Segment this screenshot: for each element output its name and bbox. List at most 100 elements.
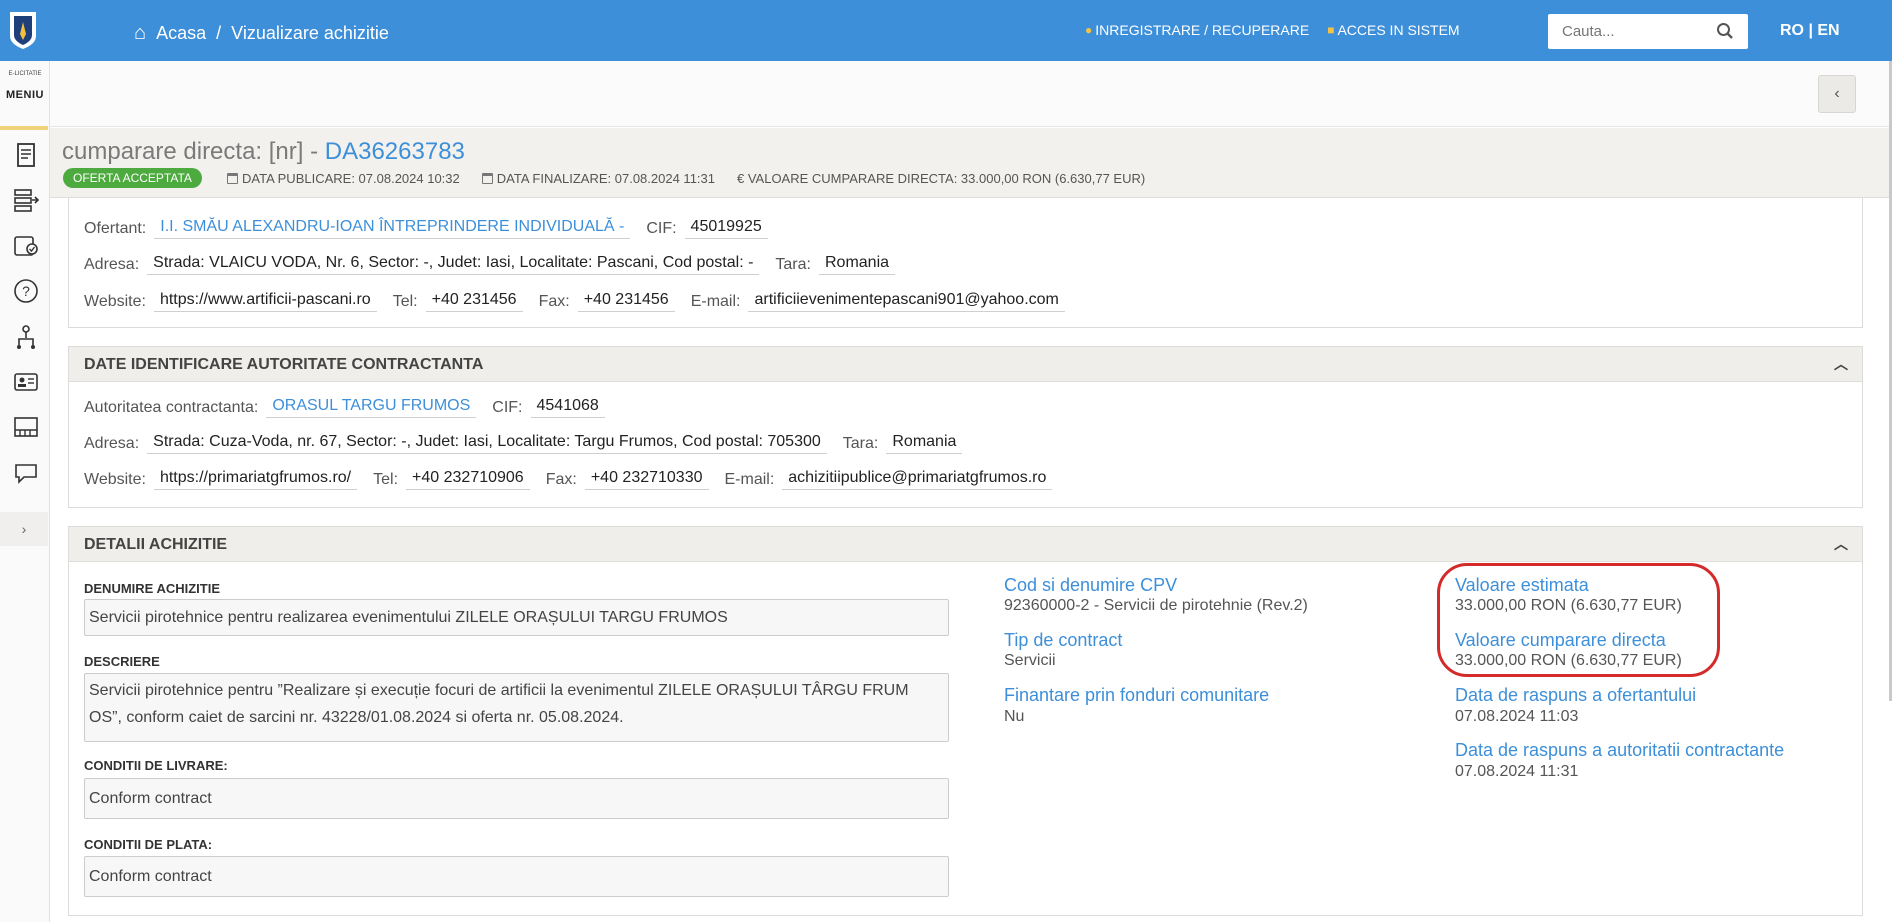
ofertant-website-value[interactable]: https://www.artificii-pascani.ro bbox=[153, 291, 377, 312]
finalize-date-text: DATA FINALIZARE: 07.08.2024 11:31 bbox=[496, 171, 715, 186]
sidebar-expand-button[interactable]: › bbox=[0, 512, 48, 546]
ofertant-website-label: Website: bbox=[84, 292, 146, 310]
ofertant-email-label: E-mail: bbox=[690, 292, 741, 310]
autoritate-panel: DATE IDENTIFICARE AUTORITATE CONTRACTANT… bbox=[68, 346, 1863, 508]
ofertant-tel-label: Tel: bbox=[392, 292, 418, 310]
help-icon[interactable]: ? bbox=[12, 277, 40, 305]
autoritate-panel-header[interactable]: DATE IDENTIFICARE AUTORITATE CONTRACTANT… bbox=[69, 347, 1862, 382]
direct-purchase-value: € VALOARE CUMPARARE DIRECTA: 33.000,00 R… bbox=[737, 171, 1146, 186]
ofertant-panel: Ofertant: I.I. SMĂU ALEXANDRU-IOAN ÎNTRE… bbox=[68, 198, 1863, 328]
search-input[interactable] bbox=[1548, 14, 1708, 49]
autoritate-fax-value: +40 232710330 bbox=[584, 469, 709, 490]
chevron-up-icon[interactable]: ︿ bbox=[1834, 527, 1848, 562]
breadcrumb: ⌂ Acasa / Vizualizare achizitie bbox=[134, 22, 389, 45]
denumire-label: DENUMIRE ACHIZITIE bbox=[84, 581, 221, 596]
id-card-icon[interactable] bbox=[12, 368, 40, 396]
chevron-up-icon[interactable]: ︿ bbox=[1834, 347, 1848, 382]
ofertant-adresa-label: Adresa: bbox=[84, 255, 140, 273]
cpv-label: Cod si denumire CPV bbox=[1004, 575, 1178, 595]
tip-contract-value: Servicii bbox=[1004, 652, 1056, 669]
autoritate-website-value[interactable]: https://primariatgfrumos.ro/ bbox=[153, 469, 358, 490]
raspuns-autoritate-value: 07.08.2024 11:31 bbox=[1455, 763, 1579, 780]
search-box bbox=[1548, 14, 1748, 49]
ofertant-adresa-value: Strada: VLAICU VODA, Nr. 6, Sector: -, J… bbox=[147, 254, 760, 275]
ofertant-cif-label: CIF: bbox=[646, 219, 677, 237]
autoritate-tel-value: +40 232710906 bbox=[406, 469, 530, 490]
breadcrumb-home[interactable]: Acasa bbox=[156, 23, 206, 44]
detalii-panel-header[interactable]: DETALII ACHIZITIE ︿ bbox=[69, 527, 1862, 562]
document-icon[interactable] bbox=[12, 141, 40, 169]
ofertant-email-value[interactable]: artificiievenimentepascani901@yahoo.com bbox=[748, 291, 1065, 312]
autoritate-email-value[interactable]: achizitiipublice@primariatgfrumos.ro bbox=[782, 469, 1053, 490]
autoritate-row-3: Website: https://primariatgfrumos.ro/ Te… bbox=[84, 469, 1060, 490]
login-label[interactable]: ACCES IN SISTEM bbox=[1337, 22, 1459, 38]
calendar-icon bbox=[481, 173, 493, 184]
menu-label[interactable]: MENIU bbox=[0, 89, 50, 101]
autoritate-email-label: E-mail: bbox=[724, 470, 775, 488]
user-icon: ● bbox=[1085, 23, 1093, 37]
ofertant-tara-label: Tara: bbox=[775, 255, 811, 273]
ofertant-fax-value: +40 231456 bbox=[577, 291, 675, 312]
raspuns-ofertant-value: 07.08.2024 11:03 bbox=[1455, 708, 1579, 725]
autoritate-heading: DATE IDENTIFICARE AUTORITATE CONTRACTANT… bbox=[84, 356, 484, 373]
autoritate-row-2: Adresa: Strada: Cuza-Voda, nr. 67, Secto… bbox=[84, 433, 970, 454]
chat-icon[interactable] bbox=[12, 459, 40, 487]
toolbar-strip: ‹ bbox=[50, 61, 1892, 127]
logo-shield-icon[interactable] bbox=[8, 10, 38, 50]
title-meta: DATA PUBLICARE: 07.08.2024 10:32 DATA FI… bbox=[227, 171, 1145, 186]
language-switch[interactable]: RO | EN bbox=[1780, 22, 1840, 40]
ofertant-row-2: Adresa: Strada: VLAICU VODA, Nr. 6, Sect… bbox=[84, 254, 903, 275]
raspuns-ofertant-label: Data de raspuns a ofertantului bbox=[1455, 685, 1697, 705]
cpv-value: 92360000-2 - Servicii de pirotehnie (Rev… bbox=[1004, 597, 1308, 614]
autoritate-name-link[interactable]: ORASUL TARGU FRUMOS bbox=[266, 397, 477, 418]
search-icon[interactable] bbox=[1716, 22, 1734, 40]
ofertant-row-1: Ofertant: I.I. SMĂU ALEXANDRU-IOAN ÎNTRE… bbox=[84, 218, 776, 239]
title-bar: cumparare directa: [nr] - DA36263783 OFE… bbox=[50, 128, 1892, 198]
breadcrumb-current: Vizualizare achizitie bbox=[231, 23, 389, 43]
livrare-field[interactable]: Conform contract bbox=[84, 778, 949, 819]
finantare-value: Nu bbox=[1004, 708, 1025, 725]
plata-label: CONDITII DE PLATA: bbox=[84, 837, 213, 852]
ofertant-name-link[interactable]: I.I. SMĂU ALEXANDRU-IOAN ÎNTREPRINDERE I… bbox=[154, 218, 631, 239]
ofertant-row-3: Website: https://www.artificii-pascani.r… bbox=[84, 291, 1073, 312]
autoritate-adresa-label: Adresa: bbox=[84, 434, 140, 452]
raspuns-autoritate-label: Data de raspuns a autoritatii contractan… bbox=[1455, 740, 1785, 760]
register-link[interactable]: ● INREGISTRARE / RECUPERARE bbox=[1085, 22, 1309, 38]
top-bar: ⌂ Acasa / Vizualizare achizitie ● INREGI… bbox=[0, 0, 1892, 61]
livrare-label: CONDITII DE LIVRARE: bbox=[84, 758, 228, 773]
library-icon[interactable] bbox=[12, 413, 40, 441]
autoritate-tel-label: Tel: bbox=[373, 470, 399, 488]
wallet-check-icon[interactable] bbox=[12, 231, 40, 259]
collapse-panel-button[interactable]: ‹ bbox=[1818, 75, 1856, 113]
lock-icon: ■ bbox=[1327, 23, 1335, 37]
procedure-code: DA36263783 bbox=[324, 138, 465, 165]
sitemap-icon[interactable] bbox=[12, 323, 40, 351]
register-label[interactable]: INREGISTRARE / RECUPERARE bbox=[1095, 22, 1309, 38]
export-list-icon[interactable] bbox=[12, 186, 40, 214]
breadcrumb-separator: / bbox=[216, 23, 222, 43]
page-title: cumparare directa: [nr] - DA36263783 bbox=[62, 138, 465, 166]
title-prefix: cumparare directa: [nr] - bbox=[62, 138, 319, 165]
denumire-field[interactable]: Servicii pirotehnice pentru realizarea e… bbox=[84, 599, 949, 636]
home-icon[interactable]: ⌂ bbox=[134, 22, 146, 45]
login-link[interactable]: ■ ACCES IN SISTEM bbox=[1327, 22, 1459, 38]
top-links: ● INREGISTRARE / RECUPERARE ■ ACCES IN S… bbox=[1085, 22, 1460, 38]
svg-text:?: ? bbox=[22, 283, 30, 299]
plata-field[interactable]: Conform contract bbox=[84, 856, 949, 897]
finalize-date: DATA FINALIZARE: 07.08.2024 11:31 bbox=[481, 171, 715, 186]
descriere-field[interactable]: Servicii pirotehnice pentru ”Realizare ș… bbox=[84, 673, 949, 742]
autoritate-adresa-value: Strada: Cuza-Voda, nr. 67, Sector: -, Ju… bbox=[147, 433, 827, 454]
finantare-label: Finantare prin fonduri comunitare bbox=[1004, 685, 1270, 705]
calendar-icon bbox=[227, 173, 238, 184]
descriere-label: DESCRIERE bbox=[84, 654, 160, 669]
red-annotation-ellipse bbox=[1437, 563, 1720, 677]
sidebar: E-LICITATIE MENIU ? › bbox=[0, 61, 50, 922]
autoritate-cif-value: 4541068 bbox=[530, 397, 605, 418]
sidebar-brand: E-LICITATIE bbox=[8, 71, 42, 77]
autoritate-cif-label: CIF: bbox=[492, 398, 523, 416]
publish-date-text: DATA PUBLICARE: 07.08.2024 10:32 bbox=[242, 171, 460, 186]
autoritate-label: Autoritatea contractanta: bbox=[84, 398, 259, 416]
ofertant-cif-value: 45019925 bbox=[684, 218, 768, 239]
ofertant-tara-value: Romania bbox=[818, 254, 896, 275]
status-badge: OFERTA ACCEPTATA bbox=[63, 168, 202, 188]
